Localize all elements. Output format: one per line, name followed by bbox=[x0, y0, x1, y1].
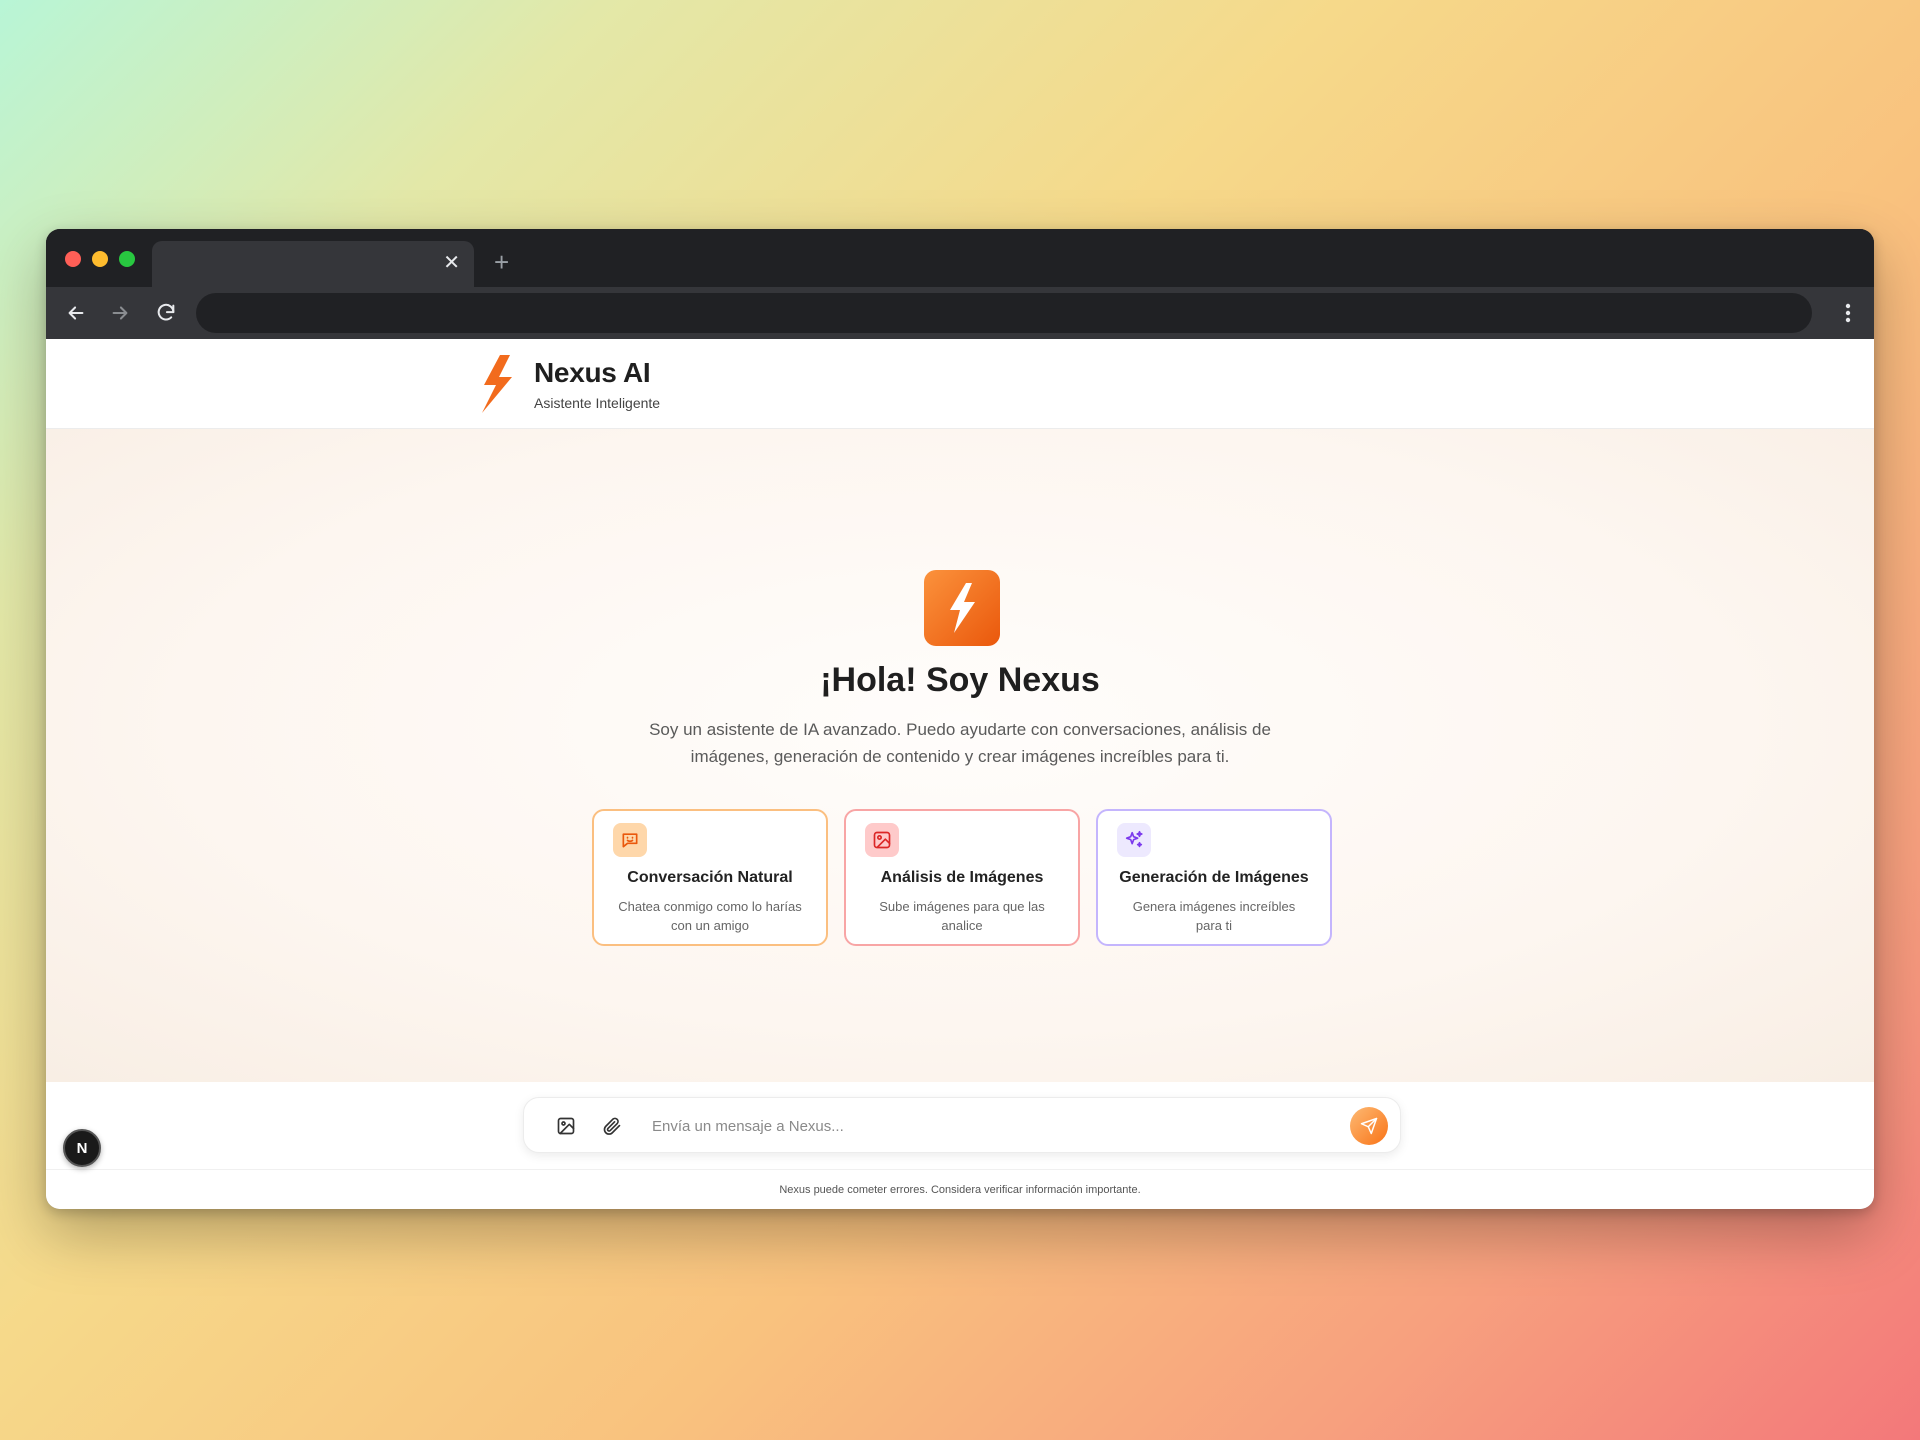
feature-card-title: Generación de Imágenes bbox=[1119, 869, 1309, 886]
feature-card-title: Conversación Natural bbox=[627, 869, 793, 886]
feature-card-description: Sube imágenes para que las analice bbox=[879, 899, 1045, 933]
feature-card-conversation[interactable]: Conversación Natural Chatea conmigo como… bbox=[592, 809, 828, 946]
send-button[interactable] bbox=[1350, 1107, 1388, 1145]
feature-card-title: Análisis de Imágenes bbox=[880, 869, 1044, 886]
feature-card-description: Chatea conmigo como lo harías con un ami… bbox=[618, 899, 802, 933]
message-composer bbox=[523, 1097, 1401, 1153]
kebab-menu-icon[interactable] bbox=[1836, 297, 1860, 329]
reload-icon[interactable] bbox=[150, 297, 182, 329]
nexus-bolt-icon bbox=[924, 570, 1000, 646]
browser-window: ✕ + Nexus AI Asistente Inteligente ¡Hola… bbox=[46, 229, 1874, 1209]
new-tab-button[interactable]: + bbox=[494, 249, 509, 275]
minimize-window-button[interactable] bbox=[92, 251, 108, 267]
back-arrow-icon[interactable] bbox=[60, 297, 92, 329]
maximize-window-button[interactable] bbox=[119, 251, 135, 267]
send-icon bbox=[1360, 1117, 1378, 1135]
sparkles-icon bbox=[1117, 823, 1151, 857]
chat-bubble-icon bbox=[613, 823, 647, 857]
app-tagline: Asistente Inteligente bbox=[534, 395, 661, 411]
welcome-area: ¡Hola! Soy Nexus Soy un asistente de IA … bbox=[46, 429, 1874, 1082]
browser-tab[interactable]: ✕ bbox=[152, 241, 474, 289]
app-header: Nexus AI Asistente Inteligente bbox=[46, 339, 1874, 429]
feature-card-image-generation[interactable]: Generación de Imágenes Genera imágenes i… bbox=[1096, 809, 1332, 946]
app-name: Nexus AI bbox=[534, 357, 651, 388]
image-icon bbox=[865, 823, 899, 857]
message-input[interactable] bbox=[652, 1108, 1312, 1144]
paperclip-icon[interactable] bbox=[598, 1112, 626, 1140]
feature-card-image-analysis[interactable]: Análisis de Imágenes Sube imágenes para … bbox=[844, 809, 1080, 946]
close-window-button[interactable] bbox=[65, 251, 81, 267]
address-bar[interactable] bbox=[196, 293, 1812, 333]
upload-image-icon[interactable] bbox=[552, 1112, 580, 1140]
lightning-bolt-logo-icon bbox=[480, 355, 514, 413]
welcome-description: Soy un asistente de IA avanzado. Puedo a… bbox=[649, 720, 1271, 766]
browser-titlebar: ✕ + bbox=[46, 229, 1874, 289]
page-footer: Nexus puede cometer errores. Considera v… bbox=[46, 1169, 1874, 1209]
welcome-title: ¡Hola! Soy Nexus bbox=[820, 661, 1100, 699]
web-page: Nexus AI Asistente Inteligente ¡Hola! So… bbox=[46, 339, 1874, 1209]
browser-toolbar bbox=[46, 287, 1874, 339]
nextjs-dev-badge[interactable]: N bbox=[63, 1129, 101, 1167]
disclaimer-text: Nexus puede cometer errores. Considera v… bbox=[779, 1184, 1141, 1196]
tab-close-icon[interactable]: ✕ bbox=[443, 253, 460, 273]
forward-arrow-icon[interactable] bbox=[104, 297, 136, 329]
composer-area bbox=[46, 1082, 1874, 1169]
feature-card-description: Genera imágenes increíbles para ti bbox=[1132, 899, 1296, 933]
